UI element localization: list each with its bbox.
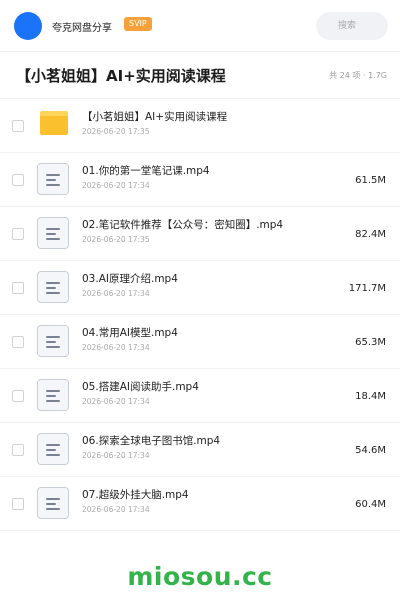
file-size: 82.4M bbox=[355, 229, 386, 240]
file-size: 61.5M bbox=[355, 175, 386, 186]
file-date: 2026-06-20 17:35 bbox=[82, 235, 150, 244]
list-item[interactable]: 01.你的第一堂笔记课.mp4 2026-06-20 17:34 61.5M bbox=[0, 153, 400, 207]
file-size: 60.4M bbox=[355, 499, 386, 510]
file-name: 【小茗姐姐】AI+实用阅读课程 bbox=[82, 111, 228, 123]
file-name: 06.探索全球电子图书馆.mp4 bbox=[82, 435, 221, 447]
file-date: 2026-06-20 17:34 bbox=[82, 289, 150, 298]
select-checkbox[interactable] bbox=[12, 336, 24, 348]
file-date: 2026-06-20 17:34 bbox=[82, 397, 150, 406]
list-item[interactable]: 07.超级外挂大脑.mp4 2026-06-20 17:34 60.4M bbox=[0, 477, 400, 531]
video-file-icon bbox=[37, 271, 69, 303]
file-date: 2026-06-20 17:35 bbox=[82, 127, 150, 136]
video-file-icon bbox=[37, 379, 69, 411]
select-checkbox[interactable] bbox=[12, 120, 24, 132]
video-file-icon bbox=[37, 487, 69, 519]
list-item[interactable]: 06.探索全球电子图书馆.mp4 2026-06-20 17:34 54.6M bbox=[0, 423, 400, 477]
file-name: 01.你的第一堂笔记课.mp4 bbox=[82, 165, 210, 177]
item-count: 共 24 项 · 1.7G bbox=[329, 71, 387, 80]
avatar[interactable] bbox=[14, 12, 42, 40]
select-checkbox[interactable] bbox=[12, 498, 24, 510]
select-checkbox[interactable] bbox=[12, 282, 24, 294]
video-file-icon bbox=[37, 163, 69, 195]
list-item[interactable]: 05.搭建AI阅读助手.mp4 2026-06-20 17:34 18.4M bbox=[0, 369, 400, 423]
file-size: 54.6M bbox=[355, 445, 386, 456]
file-date: 2026-06-20 17:34 bbox=[82, 343, 150, 352]
file-name: 03.AI原理介绍.mp4 bbox=[82, 273, 178, 285]
file-name: 05.搭建AI阅读助手.mp4 bbox=[82, 381, 199, 393]
file-name: 02.笔记软件推荐【公众号：密知圈】.mp4 bbox=[82, 219, 284, 231]
select-checkbox[interactable] bbox=[12, 390, 24, 402]
file-name: 07.超级外挂大脑.mp4 bbox=[82, 489, 189, 501]
select-checkbox[interactable] bbox=[12, 174, 24, 186]
select-checkbox[interactable] bbox=[12, 228, 24, 240]
watermark-text: miosou.cc bbox=[127, 562, 273, 591]
page-title: 【小茗姐姐】AI+实用阅读课程 bbox=[16, 67, 226, 85]
list-item[interactable]: 03.AI原理介绍.mp4 2026-06-20 17:34 171.7M bbox=[0, 261, 400, 315]
select-checkbox[interactable] bbox=[12, 444, 24, 456]
svip-badge: SVIP bbox=[124, 17, 152, 31]
list-item[interactable]: 04.常用AI模型.mp4 2026-06-20 17:34 65.3M bbox=[0, 315, 400, 369]
file-date: 2026-06-20 17:34 bbox=[82, 505, 150, 514]
video-file-icon bbox=[37, 217, 69, 249]
file-size: 65.3M bbox=[355, 337, 386, 348]
file-size: 18.4M bbox=[355, 391, 386, 402]
folder-icon bbox=[40, 111, 68, 135]
video-file-icon bbox=[37, 325, 69, 357]
video-file-icon bbox=[37, 433, 69, 465]
app-header: 夸克网盘分享 SVIP bbox=[0, 0, 400, 52]
file-size: 171.7M bbox=[348, 283, 386, 294]
sharer-name: 夸克网盘分享 bbox=[52, 23, 112, 34]
file-date: 2026-06-20 17:34 bbox=[82, 181, 150, 190]
search-input[interactable] bbox=[316, 12, 388, 40]
list-item-folder[interactable]: 【小茗姐姐】AI+实用阅读课程 2026-06-20 17:35 bbox=[0, 99, 400, 153]
folder-title-bar: 【小茗姐姐】AI+实用阅读课程 共 24 项 · 1.7G bbox=[0, 52, 400, 99]
list-item[interactable]: 02.笔记软件推荐【公众号：密知圈】.mp4 2026-06-20 17:35 … bbox=[0, 207, 400, 261]
file-name: 04.常用AI模型.mp4 bbox=[82, 327, 178, 339]
file-date: 2026-06-20 17:34 bbox=[82, 451, 150, 460]
file-list: 【小茗姐姐】AI+实用阅读课程 2026-06-20 17:35 01.你的第一… bbox=[0, 99, 400, 531]
